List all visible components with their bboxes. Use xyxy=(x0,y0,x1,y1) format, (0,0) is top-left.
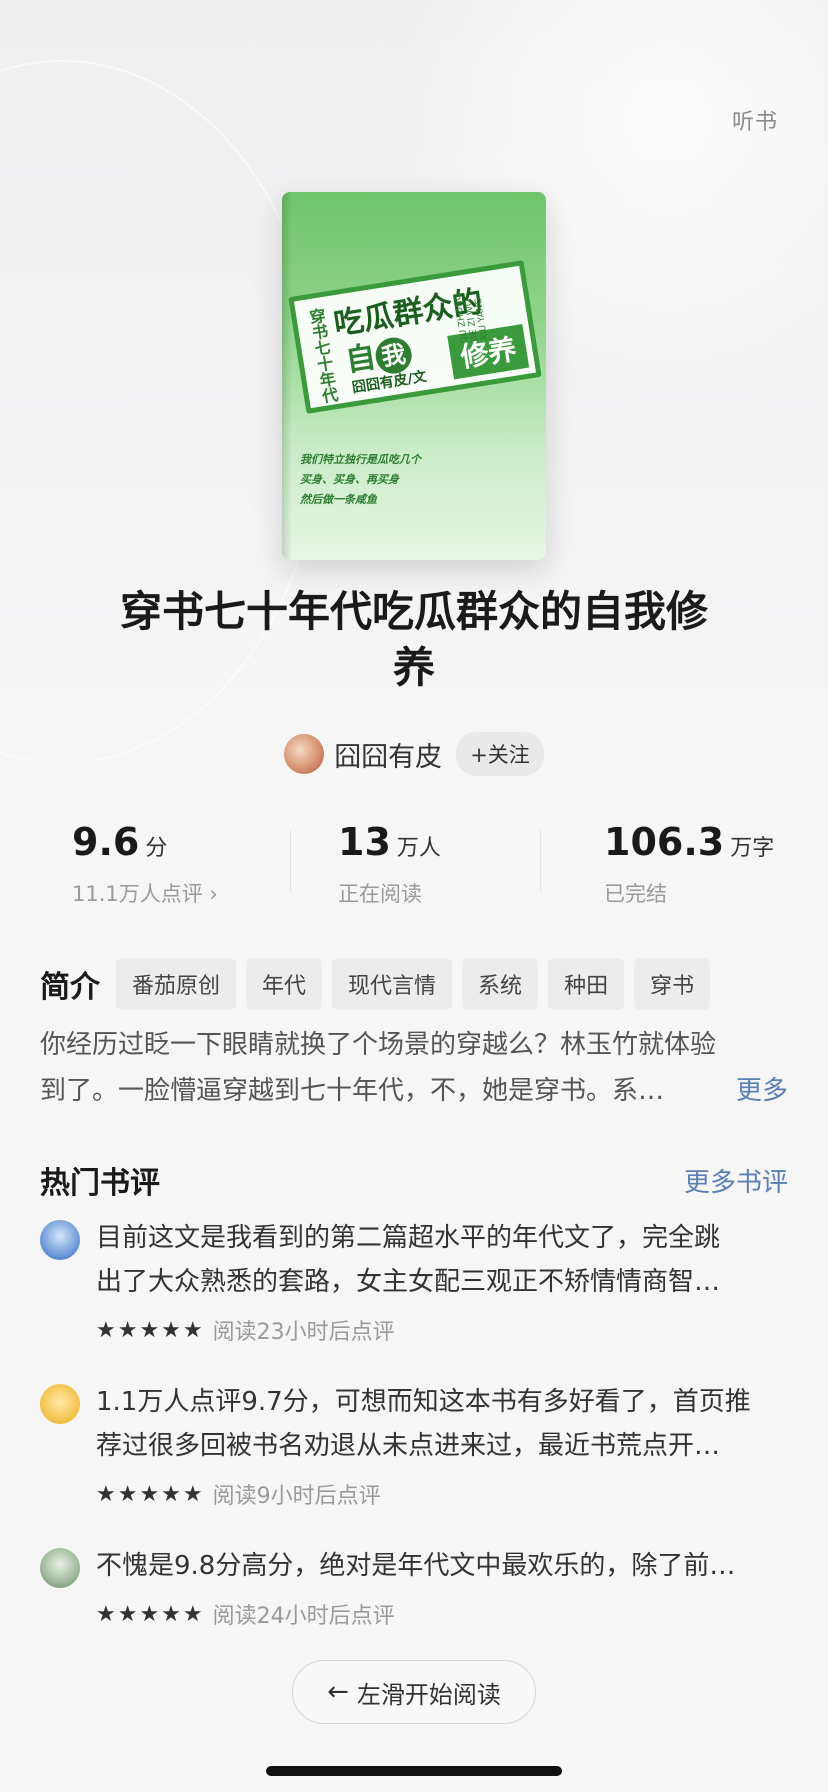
book-title: 穿书七十年代吃瓜群众的自我修养 xyxy=(120,587,709,692)
tag[interactable]: 穿书 xyxy=(634,958,711,1010)
review-item[interactable]: 目前这文是我看到的第二篇超水平的年代文了，完全跳 出了大众熟悉的套路，女主女配三… xyxy=(40,1216,788,1346)
more-reviews-link[interactable]: 更多书评 xyxy=(684,1162,788,1199)
stat-rating[interactable]: 9.6 分 11.1万人点评 › xyxy=(72,820,218,908)
words-unit: 万字 xyxy=(730,836,775,861)
cover-slogan-line: 我们特立独行是瓜吃几个 xyxy=(300,453,421,466)
review-text: 1.1万人点评9.7分，可想而知这本书有多好看了，首页推 荐过很多回被书名劝退从… xyxy=(96,1380,788,1468)
review-text: 目前这文是我看到的第二篇超水平的年代文了，完全跳 出了大众熟悉的套路，女主女配三… xyxy=(96,1216,788,1304)
stat-words: 106.3 万字 已完结 xyxy=(604,820,774,908)
review-time: 阅读9小时后点评 xyxy=(212,1484,381,1509)
reviews-header: 热门书评 更多书评 xyxy=(40,1158,788,1202)
reviews-title: 热门书评 xyxy=(40,1166,160,1201)
intro-line-with-more: 到了。一脸懵逼穿越到七十年代，不，她是穿书。系… 更多 xyxy=(40,1068,788,1114)
intro-more-link[interactable]: 更多 xyxy=(736,1068,788,1114)
stat-readers: 13 万人 正在阅读 xyxy=(338,820,441,908)
rating-stars-icon: ★★★★★ xyxy=(96,1481,205,1507)
readers-label: 正在阅读 xyxy=(338,882,422,906)
review-line: 荐过很多回被书名劝退从未点进来过，最近书荒点开… xyxy=(96,1431,721,1461)
review-text: 不愧是9.8分高分，绝对是年代文中最欢乐的，除了前… xyxy=(96,1544,788,1588)
intro-line: 你经历过眨一下眼睛就换了个场景的穿越么？林玉竹就体验 xyxy=(40,1030,717,1060)
review-item[interactable]: 不愧是9.8分高分，绝对是年代文中最欢乐的，除了前… ★★★★★ 阅读24小时后… xyxy=(40,1544,788,1634)
status-label: 已完结 xyxy=(604,882,667,906)
stat-divider xyxy=(290,830,291,892)
start-reading-label: 左滑开始阅读 xyxy=(356,1680,501,1709)
review-line: 目前这文是我看到的第二篇超水平的年代文了，完全跳 xyxy=(96,1223,721,1253)
start-reading-button[interactable]: ← 左滑开始阅读 xyxy=(292,1660,536,1724)
follow-button[interactable]: +关注 xyxy=(456,732,544,776)
cover-slogan-line: 买身、买身、再买身 xyxy=(300,473,399,486)
review-time: 阅读23小时后点评 xyxy=(212,1320,395,1345)
review-meta: ★★★★★ 阅读9小时后点评 xyxy=(96,1478,381,1510)
cover-stamp: 穿书七十年代 吃瓜群众的 自我 修养 囧囧有皮/文 QU ZHONG DE ZI… xyxy=(288,260,542,414)
author-avatar[interactable] xyxy=(284,734,325,774)
intro-row: 简介 番茄原创 年代 现代言情 系统 种田 穿书 xyxy=(40,958,788,1010)
reviewer-avatar[interactable] xyxy=(40,1220,80,1260)
review-time: 阅读24小时后点评 xyxy=(212,1604,395,1629)
tag[interactable]: 种田 xyxy=(548,958,625,1010)
readers-value: 13 xyxy=(338,820,391,864)
intro-line: 到了。一脸懵逼穿越到七十年代，不，她是穿书。系… xyxy=(40,1076,665,1106)
intro-label: 简介 xyxy=(40,970,100,1005)
review-line: 1.1万人点评9.7分，可想而知这本书有多好看了，首页推 xyxy=(96,1387,751,1417)
tag[interactable]: 系统 xyxy=(462,958,539,1010)
author-name[interactable]: 囧囧有皮 xyxy=(334,735,442,774)
book-stats: 9.6 分 11.1万人点评 › 13 万人 正在阅读 106.3 万字 已完结 xyxy=(0,820,828,920)
home-indicator[interactable] xyxy=(266,1766,562,1776)
author-row: 囧囧有皮 +关注 xyxy=(0,732,828,776)
rating-stars-icon: ★★★★★ xyxy=(96,1317,205,1343)
reviewer-avatar[interactable] xyxy=(40,1548,80,1588)
stat-divider xyxy=(540,830,541,892)
rating-unit: 分 xyxy=(145,836,168,861)
reviewer-avatar[interactable] xyxy=(40,1384,80,1424)
review-line: 出了大众熟悉的套路，女主女配三观正不矫情情商智… xyxy=(96,1267,721,1297)
book-cover[interactable]: 穿书七十年代 吃瓜群众的 自我 修养 囧囧有皮/文 QU ZHONG DE ZI… xyxy=(282,192,546,560)
review-meta: ★★★★★ 阅读24小时后点评 xyxy=(96,1598,395,1630)
rating-value: 9.6 xyxy=(72,820,140,864)
words-value: 106.3 xyxy=(604,820,725,864)
tag[interactable]: 现代言情 xyxy=(332,958,453,1010)
review-meta: ★★★★★ 阅读23小时后点评 xyxy=(96,1314,395,1346)
cover-spine xyxy=(282,192,292,560)
cover-slogan-line: 然后做一条咸鱼 xyxy=(300,493,377,506)
intro-text[interactable]: 你经历过眨一下眼睛就换了个场景的穿越么？林玉竹就体验 到了。一脸懵逼穿越到七十年… xyxy=(40,1022,788,1114)
rating-count[interactable]: 11.1万人点评 › xyxy=(72,878,218,908)
readers-unit: 万人 xyxy=(396,836,441,861)
tag[interactable]: 番茄原创 xyxy=(116,958,237,1010)
rating-stars-icon: ★★★★★ xyxy=(96,1601,205,1627)
arrow-left-icon: ← xyxy=(327,1677,349,1707)
tag[interactable]: 年代 xyxy=(246,958,323,1010)
listen-book-button[interactable]: 听书 xyxy=(732,104,778,136)
review-line: 不愧是9.8分高分，绝对是年代文中最欢乐的，除了前… xyxy=(96,1551,736,1581)
review-item[interactable]: 1.1万人点评9.7分，可想而知这本书有多好看了，首页推 荐过很多回被书名劝退从… xyxy=(40,1380,788,1510)
cover-slogan: 我们特立独行是瓜吃几个 买身、买身、再买身 然后做一条咸鱼 xyxy=(300,450,421,510)
